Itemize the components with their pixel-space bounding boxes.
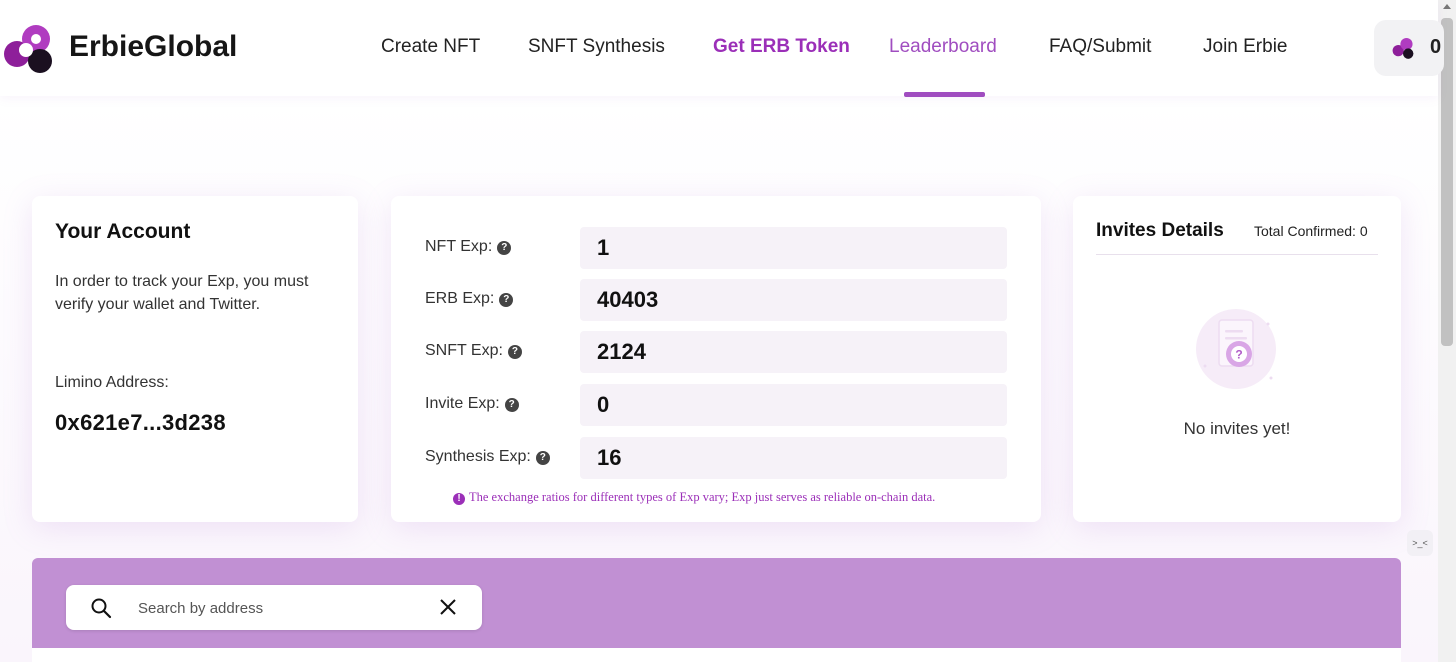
- account-description: In order to track your Exp, you must ver…: [55, 273, 309, 313]
- nav-snft-synthesis[interactable]: SNFT Synthesis: [528, 36, 665, 58]
- exp-row-snft: SNFT Exp:? 2124: [425, 331, 1007, 373]
- empty-state-text: No invites yet!: [1183, 419, 1291, 438]
- exp-row-synthesis: Synthesis Exp:? 16: [425, 437, 1007, 479]
- exp-row-erb: ERB Exp:? 40403: [425, 279, 1007, 321]
- exp-label: SNFT Exp:: [425, 342, 503, 359]
- search-box: [66, 585, 482, 630]
- exp-value: 40403: [597, 287, 659, 312]
- nav-get-erb-token[interactable]: Get ERB Token: [713, 36, 850, 58]
- exp-note: ! The exchange ratios for different types…: [453, 490, 935, 505]
- nav-create-nft[interactable]: Create NFT: [381, 36, 480, 58]
- account-title: Your Account: [55, 220, 191, 243]
- divider: [1096, 254, 1378, 255]
- total-confirmed: Total Confirmed: 0: [1254, 223, 1368, 239]
- close-icon[interactable]: [438, 597, 458, 617]
- leaderboard-table-area: [32, 648, 1401, 662]
- exp-label: NFT Exp:: [425, 238, 493, 255]
- active-nav-indicator: [904, 92, 985, 97]
- wallet-address[interactable]: 0x621e7...3d238: [55, 410, 226, 436]
- top-navigation-bar: ErbieGlobal Create NFT SNFT Synthesis Ge…: [0, 0, 1444, 97]
- exp-value: 1: [597, 235, 610, 260]
- nav-faq-submit[interactable]: FAQ/Submit: [1049, 36, 1151, 58]
- help-icon[interactable]: ?: [507, 345, 522, 359]
- exp-label: ERB Exp:: [425, 290, 495, 307]
- exp-row-invite: Invite Exp:? 0: [425, 384, 1007, 426]
- exp-row-nft: NFT Exp:? 1: [425, 227, 1007, 269]
- help-icon[interactable]: ?: [535, 451, 550, 465]
- nav-leaderboard[interactable]: Leaderboard: [889, 36, 997, 58]
- invites-title: Invites Details: [1096, 220, 1224, 241]
- info-icon: !: [453, 493, 465, 505]
- empty-document-icon: ?: [1196, 309, 1276, 389]
- nav-join-erbie[interactable]: Join Erbie: [1203, 36, 1288, 58]
- help-icon[interactable]: ?: [499, 293, 514, 307]
- erbie-logo-icon: [1392, 38, 1414, 59]
- erbie-logo-icon[interactable]: [0, 18, 56, 78]
- exp-card: NFT Exp:? 1 ERB Exp:? 40403 SNFT Exp:? 2…: [391, 196, 1041, 522]
- wallet-chip-text: 0: [1430, 36, 1442, 58]
- exp-value-box: 40403: [580, 279, 1007, 321]
- wallet-button[interactable]: 0: [1374, 20, 1444, 76]
- exp-label: Synthesis Exp:: [425, 448, 531, 465]
- help-icon[interactable]: ?: [504, 398, 519, 412]
- search-icon[interactable]: [90, 597, 112, 619]
- exp-value-box: 16: [580, 437, 1007, 479]
- brand-name[interactable]: ErbieGlobal: [69, 30, 237, 64]
- help-icon[interactable]: ?: [497, 241, 512, 255]
- exp-value-box: 0: [580, 384, 1007, 426]
- address-label: Limino Address:: [55, 374, 169, 391]
- exp-value-box: 1: [580, 227, 1007, 269]
- invites-details-card: Invites Details Total Confirmed: 0 ? No …: [1073, 196, 1401, 522]
- exp-value: 16: [597, 445, 622, 470]
- svg-text:?: ?: [1235, 348, 1242, 362]
- exp-note-text: The exchange ratios for different types …: [469, 490, 936, 504]
- exp-value-box: 2124: [580, 331, 1007, 373]
- exp-label: Invite Exp:: [425, 395, 500, 412]
- side-widget-button[interactable]: >_<: [1407, 530, 1433, 556]
- scroll-up-arrow[interactable]: [1443, 4, 1451, 9]
- exp-value: 0: [597, 392, 610, 417]
- your-account-card: Your Account In order to track your Exp,…: [32, 196, 358, 522]
- search-input[interactable]: [136, 595, 430, 622]
- exp-value: 2124: [597, 339, 646, 364]
